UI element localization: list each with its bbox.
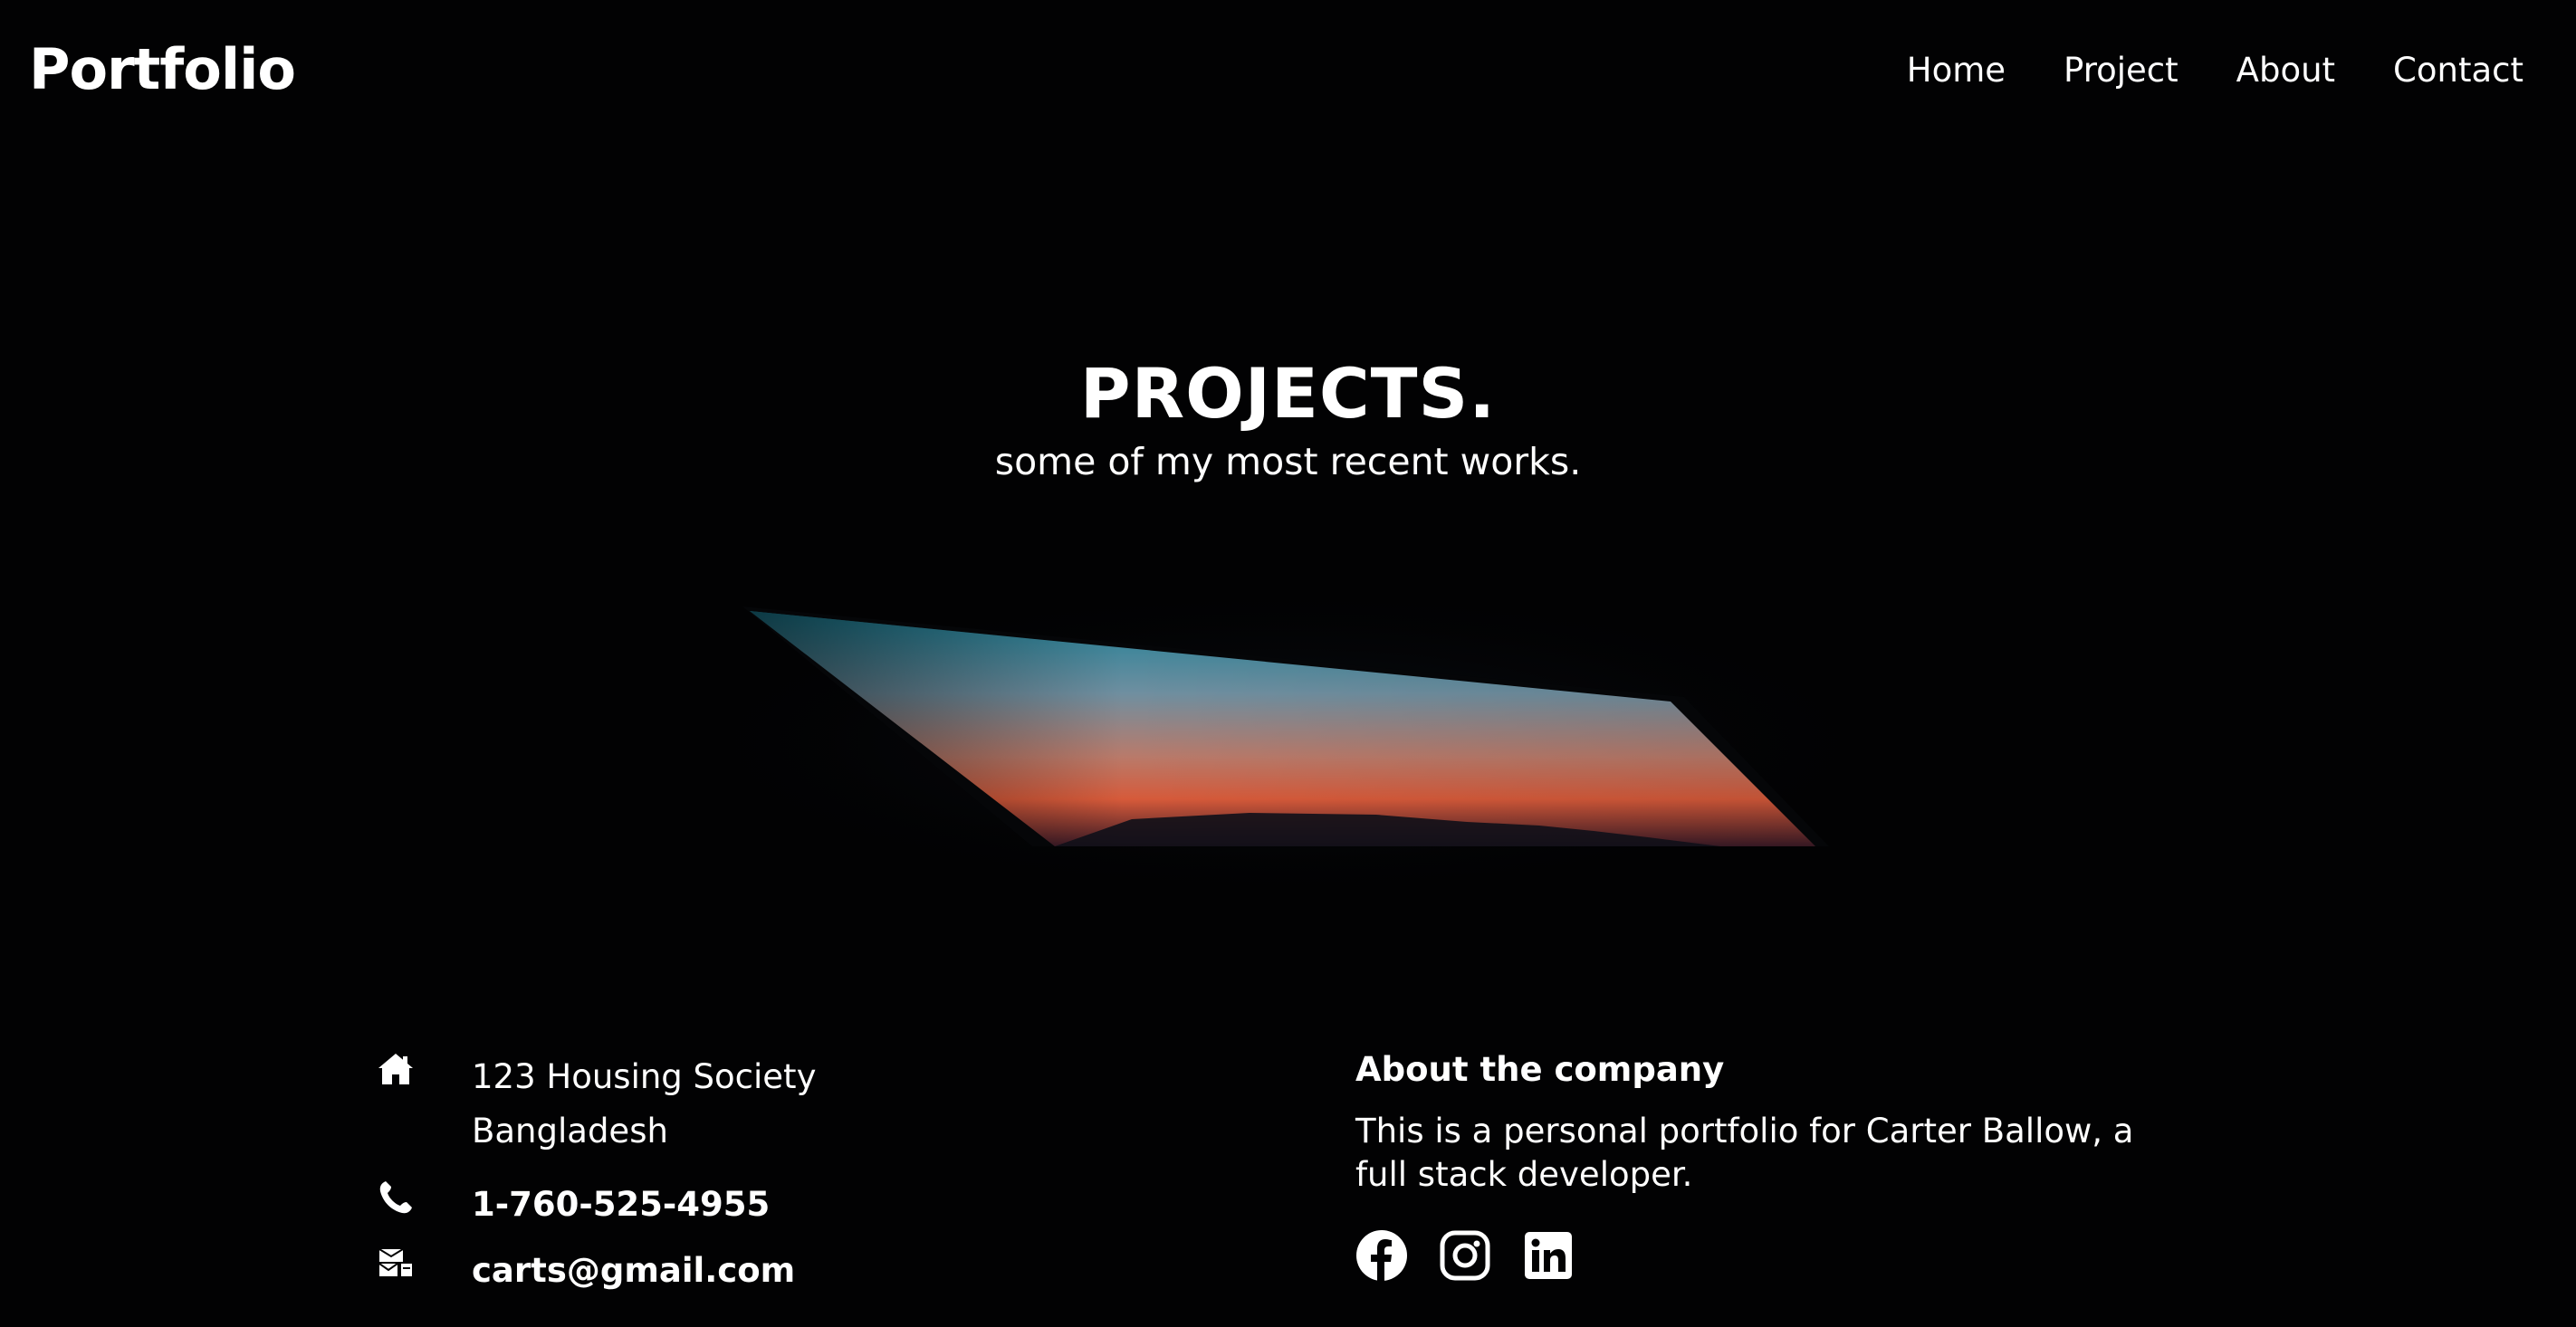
nav-home[interactable]: Home (1907, 43, 2006, 98)
phone-number[interactable]: 1-760-525-4955 (472, 1178, 770, 1232)
address-line-2: Bangladesh (472, 1112, 668, 1150)
address-line-1: 123 Housing Society (472, 1057, 817, 1096)
brand-logo[interactable]: Portfolio (29, 34, 296, 105)
address-row: 123 Housing Society Bangladesh (376, 1050, 816, 1159)
about-heading: About the company (1355, 1050, 1725, 1089)
nav-contact[interactable]: Contact (2393, 43, 2523, 98)
portfolio-page: Portfolio Home Project About Contact PRO… (0, 0, 2576, 1327)
facebook-icon[interactable] (1355, 1229, 1408, 1282)
home-icon (378, 1054, 413, 1084)
email-row: carts@gmail.com (376, 1244, 795, 1298)
address: 123 Housing Society Bangladesh (472, 1050, 816, 1159)
nav-project[interactable]: Project (2064, 43, 2179, 98)
social-links (1355, 1229, 1575, 1282)
phone-row: 1-760-525-4955 (376, 1178, 770, 1232)
phone-icon (379, 1181, 412, 1214)
main-nav: Home Project About Contact (1907, 43, 2523, 98)
linkedin-icon[interactable] (1522, 1229, 1575, 1282)
about-text: This is a personal portfolio for Carter … (1355, 1112, 2134, 1194)
page-subtitle: some of my most recent works. (994, 440, 1582, 483)
nav-about[interactable]: About (2236, 43, 2335, 98)
email-address[interactable]: carts@gmail.com (472, 1244, 795, 1298)
page-title: PROJECTS. (1079, 353, 1497, 434)
instagram-icon[interactable] (1439, 1229, 1491, 1282)
email-icon (378, 1248, 412, 1276)
